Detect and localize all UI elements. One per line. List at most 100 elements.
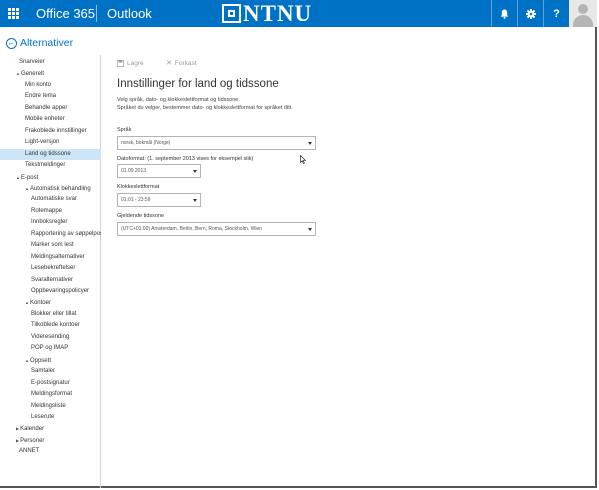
expanded-triangle-icon[interactable]: ▲ [16,68,20,79]
sidebar-item-tekstmeldinger[interactable]: Tekstmeldinger [0,160,101,171]
sidebar-item-snarveier[interactable]: Snarveier [0,57,101,68]
suite-bar: Office 365 Outlook NTNU ? [0,0,597,27]
sidebar-item-label: Rotemappe [31,207,63,214]
sidebar-item-annet[interactable]: ANNET [0,446,101,457]
app-title[interactable]: Outlook [107,0,152,27]
back-to-options-link[interactable]: ← Alternativer [6,36,73,50]
sidebar-item-label: Kalender [20,426,45,433]
sidebar-item-endre-tema[interactable]: Endre tema [0,91,101,102]
sidebar-item-light-versjon[interactable]: Light-versjon [0,137,101,148]
description-line-1: Velg språk, dato- og klokkeslettformat o… [117,97,240,103]
language-label: Språk [117,127,132,133]
ntnu-logo: NTNU [222,1,312,26]
sidebar-item-oppbevaringspolicyer[interactable]: Oppbevaringspolicyer [0,286,101,297]
sidebar-item-kalender[interactable]: ▶Kalender [0,423,101,434]
sidebar-item-automatisk-behandling[interactable]: ▲Automatisk behandling [0,183,101,194]
waffle-icon [8,8,19,19]
app-launcher-button[interactable] [0,0,27,27]
sidebar-item-personer[interactable]: ▶Personer [0,435,101,446]
expanded-triangle-icon[interactable]: ▲ [16,172,20,183]
sidebar-item-label: Oppbevaringspolicyer [31,288,90,294]
discard-button[interactable]: ✕ Forkast [166,58,197,68]
sidebar-item-meldingsalternativer[interactable]: Meldingsalternativer [0,252,101,263]
expanded-triangle-icon[interactable]: ▲ [25,297,29,308]
sidebar-item-label: Marker som lest [31,242,74,249]
sidebar-item-meldingsformat[interactable]: Meldingsformat [0,389,101,400]
sidebar-item-rotemappe[interactable]: Rotemappe [0,206,101,217]
sidebar-item-label: Innboksregler [31,219,68,226]
sidebar-item-label: Kontoer [29,300,51,307]
save-button[interactable]: Lagre [117,58,144,68]
chevron-down-icon [308,228,312,231]
sidebar-item-label: Blokker eller tillat [31,310,77,317]
sidebar-item-svaralternativer[interactable]: Svaralternativer [0,275,101,286]
sidebar-item-e-postsignatur[interactable]: E-postsignatur [0,378,101,389]
sidebar-item-label: Videresending [31,333,70,340]
help-button[interactable]: ? [543,0,569,27]
sidebar-item-rapportering-av-søppelpost[interactable]: Rapportering av søppelpost [0,229,101,240]
expanded-triangle-icon[interactable]: ▲ [25,183,29,194]
chevron-down-icon [308,142,312,145]
sidebar-item-label: Meldingsalternativer [31,253,85,260]
bell-icon [500,9,509,19]
sidebar-item-label: Frakoblede innstillinger [25,127,87,134]
sidebar-item-kontoer[interactable]: ▲Kontoer [0,297,101,308]
sidebar-item-marker-som-lest[interactable]: Marker som lest [0,240,101,251]
sidebar-item-min-konto[interactable]: Min konto [0,80,101,91]
sidebar-item-label: Oppsett [29,357,51,364]
sidebar-item-label: Snarveier [19,59,45,65]
sidebar-item-oppsett[interactable]: ▲Oppsett [0,355,101,366]
sidebar-item-label: Personer [20,437,45,444]
sidebar-item-label: Rapportering av søppelpost [31,230,101,237]
sidebar-item-lesebekreftelser[interactable]: Lesebekreftelser [0,263,101,274]
sidebar-item-label: Automatisk behandling [29,186,91,193]
notifications-button[interactable] [491,0,517,27]
sidebar-item-meldingsliste[interactable]: Meldingsliste [0,401,101,412]
settings-button[interactable] [517,0,543,27]
sidebar-item-pop-og-imap[interactable]: POP og IMAP [0,343,101,354]
sidebar-item-label: POP og IMAP [31,345,69,352]
sidebar-item-generelt[interactable]: ▲Generelt [0,68,101,79]
timezone-select[interactable]: (UTC+01:00) Amsterdam, Berlin, Bern, Rom… [117,222,316,236]
sidebar-item-label: Meldingsformat [31,391,73,398]
sidebar-item-leserute[interactable]: Leserute [0,412,101,423]
sidebar-item-e-post[interactable]: ▲E-post [0,172,101,183]
time-format-value: 01:01 - 23:59 [121,197,151,203]
timezone-label: Gjeldende tidssone [117,213,165,219]
sidebar-item-mobile-enheter[interactable]: Mobile enheter [0,114,101,125]
sidebar-item-label: Leserute [31,413,55,420]
sidebar-item-label: Mobile enheter [25,116,65,123]
sidebar-item-land-og-tidssone[interactable]: Land og tidssone [0,148,101,160]
gear-icon [525,8,536,19]
sidebar-item-automatiske-svar[interactable]: Automatiske svar [0,194,101,205]
mouse-cursor-icon [300,155,306,164]
sidebar-item-label: Land og tidssone [25,150,71,157]
date-format-value: 01.09.2013 [121,168,147,174]
sidebar-item-frakoblede-innstillinger[interactable]: Frakoblede innstillinger [0,126,101,137]
sidebar-item-tilkoblede-kontoer[interactable]: Tilkoblede kontoer [0,320,101,331]
help-icon: ? [553,7,560,20]
sidebar-item-videresending[interactable]: Videresending [0,332,101,343]
date-format-label: Datoformat: (1. september 2013 vises for… [117,156,254,162]
sidebar-item-label: Light-versjon [25,139,60,146]
sidebar-item-behandle-apper[interactable]: Behandle apper [0,103,101,114]
avatar[interactable] [569,0,597,27]
sidebar-item-innboksregler[interactable]: Innboksregler [0,217,101,228]
sidebar-item-samtaler[interactable]: Samtaler [0,366,101,377]
collapsed-triangle-icon[interactable]: ▶ [16,423,19,434]
close-icon: ✕ [166,60,172,67]
collapsed-triangle-icon[interactable]: ▶ [16,435,19,446]
sidebar-item-blokker-eller-tillat[interactable]: Blokker eller tillat [0,309,101,320]
sidebar-item-label: Automatiske svar [31,196,78,203]
language-select[interactable]: norsk, bokmål (Norge) [117,136,316,150]
description-line-2: Språket du velger, bestemmer dato- og kl… [117,105,293,111]
sidebar-item-label: Meldingsliste [31,402,66,409]
suite-title[interactable]: Office 365 [36,0,95,27]
expanded-triangle-icon[interactable]: ▲ [25,355,29,366]
language-value: norsk, bokmål (Norge) [121,140,171,146]
discard-label: Forkast [174,59,197,67]
date-format-select[interactable]: 01.09.2013 [117,164,201,178]
sidebar-item-label: E-postsignatur [31,379,70,386]
options-sidebar: Snarveier ▲Generelt Min konto Endre tema Beh… [0,55,101,488]
time-format-select[interactable]: 01:01 - 23:59 [117,193,201,207]
